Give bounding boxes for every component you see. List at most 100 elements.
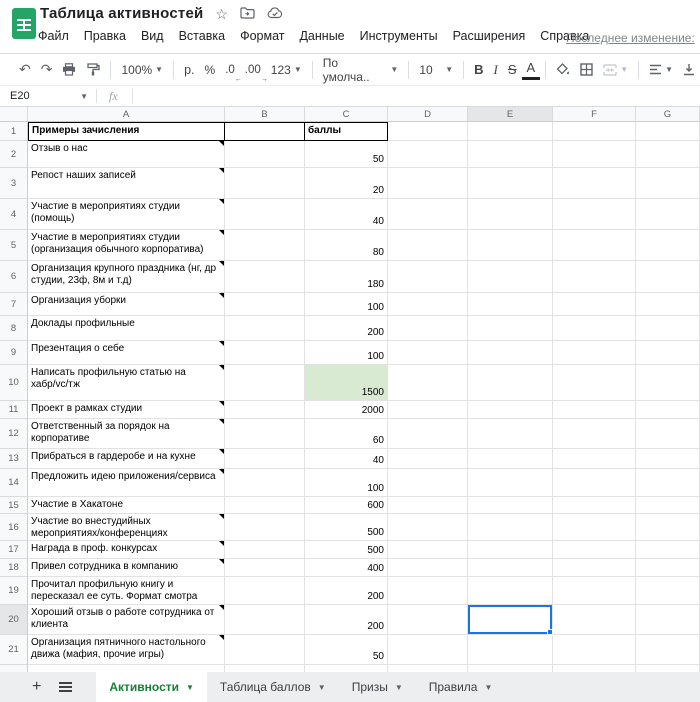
cell-B1[interactable] (225, 122, 305, 141)
cell-D10[interactable] (388, 365, 468, 401)
cell-C20[interactable]: 200 (305, 605, 388, 635)
cell-G13[interactable] (636, 449, 700, 469)
add-sheet-button[interactable]: + (32, 678, 41, 696)
cell-B17[interactable] (225, 541, 305, 559)
cell-B5[interactable] (225, 230, 305, 261)
cell-D3[interactable] (388, 168, 468, 199)
name-box[interactable]: E20 ▼ (0, 90, 96, 102)
cell-G10[interactable] (636, 365, 700, 401)
bold-button[interactable]: B (469, 59, 488, 80)
cell-F17[interactable] (553, 541, 636, 559)
cell-E3[interactable] (468, 168, 553, 199)
cell-E15[interactable] (468, 497, 553, 514)
decrease-decimal-button[interactable]: .0← (220, 61, 240, 79)
cell-G12[interactable] (636, 419, 700, 449)
borders-button[interactable] (575, 60, 598, 79)
cell-B20[interactable] (225, 605, 305, 635)
column-header-E[interactable]: E (468, 106, 553, 122)
cell-A19[interactable]: Прочитал профильную книгу и пересказал е… (28, 577, 225, 605)
cell-B18[interactable] (225, 559, 305, 577)
cell-A11[interactable]: Проект в рамках студии (28, 401, 225, 419)
cell-D20[interactable] (388, 605, 468, 635)
horizontal-align-button[interactable]: ▼ (644, 61, 678, 78)
cell-D15[interactable] (388, 497, 468, 514)
cell-F2[interactable] (553, 141, 636, 168)
vertical-align-button[interactable] (678, 60, 700, 79)
cell-D12[interactable] (388, 419, 468, 449)
merge-cells-button[interactable]: ▼ (598, 61, 633, 79)
cell-C8[interactable]: 200 (305, 316, 388, 341)
cell-F14[interactable] (553, 469, 636, 497)
cell-C7[interactable]: 100 (305, 293, 388, 316)
cell-G3[interactable] (636, 168, 700, 199)
cell-G20[interactable] (636, 605, 700, 635)
cell-A18[interactable]: Привел сотрудника в компанию (28, 559, 225, 577)
cell-B16[interactable] (225, 514, 305, 541)
cell-C4[interactable]: 40 (305, 199, 388, 230)
cell-E19[interactable] (468, 577, 553, 605)
cell-G6[interactable] (636, 261, 700, 293)
row-header-17[interactable]: 17 (0, 541, 28, 559)
cell-D21[interactable] (388, 635, 468, 665)
cell-A4[interactable]: Участие в мероприятиях студии (помощь) (28, 199, 225, 230)
cell-G17[interactable] (636, 541, 700, 559)
cell-B8[interactable] (225, 316, 305, 341)
cell-F9[interactable] (553, 341, 636, 365)
text-color-button[interactable]: A (522, 59, 541, 80)
cell-A9[interactable]: Презентация о себе (28, 341, 225, 365)
row-header-6[interactable]: 6 (0, 261, 28, 293)
row-header-9[interactable]: 9 (0, 341, 28, 365)
font-size-select[interactable]: 10 ▼ (414, 60, 458, 80)
cell-D2[interactable] (388, 141, 468, 168)
cell-F13[interactable] (553, 449, 636, 469)
cell-F11[interactable] (553, 401, 636, 419)
cell-C13[interactable]: 40 (305, 449, 388, 469)
cell-C6[interactable]: 180 (305, 261, 388, 293)
menu-item-файл[interactable]: Файл (38, 29, 69, 43)
cell-C3[interactable]: 20 (305, 168, 388, 199)
cell-F18[interactable] (553, 559, 636, 577)
cell-G9[interactable] (636, 341, 700, 365)
cell-G2[interactable] (636, 141, 700, 168)
fill-color-button[interactable] (551, 60, 575, 79)
last-edit-link[interactable]: Последнее изменение: (566, 31, 695, 45)
sheet-tab-правила[interactable]: Правила▼ (416, 672, 506, 702)
cell-E4[interactable] (468, 199, 553, 230)
cell-A17[interactable]: Награда в проф. конкурсах (28, 541, 225, 559)
paint-format-button[interactable] (81, 60, 105, 79)
menu-item-данные[interactable]: Данные (299, 29, 344, 43)
row-header-13[interactable]: 13 (0, 449, 28, 469)
cell-C5[interactable]: 80 (305, 230, 388, 261)
column-header-B[interactable]: B (225, 106, 305, 122)
row-header-7[interactable]: 7 (0, 293, 28, 316)
cell-C19[interactable]: 200 (305, 577, 388, 605)
menu-item-вид[interactable]: Вид (141, 29, 164, 43)
document-title[interactable]: Таблица активностей (40, 5, 203, 22)
cell-C1[interactable]: баллы (305, 122, 388, 141)
cell-F4[interactable] (553, 199, 636, 230)
cell-A1[interactable]: Примеры зачисления (28, 122, 225, 141)
row-header-20[interactable]: 20 (0, 605, 28, 635)
cell-E13[interactable] (468, 449, 553, 469)
undo-button[interactable]: ↶ (14, 58, 36, 81)
cell-D19[interactable] (388, 577, 468, 605)
select-all-corner[interactable] (0, 106, 28, 122)
menu-item-инструменты[interactable]: Инструменты (360, 29, 438, 43)
row-header-18[interactable]: 18 (0, 559, 28, 577)
cell-G16[interactable] (636, 514, 700, 541)
row-header-3[interactable]: 3 (0, 168, 28, 199)
row-header-16[interactable]: 16 (0, 514, 28, 541)
cell-A14[interactable]: Предложить идею приложения/сервиса (28, 469, 225, 497)
sheets-logo-icon[interactable] (12, 8, 36, 39)
sheet-tab-активности[interactable]: Активности▼ (96, 672, 207, 702)
cell-E21[interactable] (468, 635, 553, 665)
cloud-status-icon[interactable] (267, 7, 283, 21)
cell-B13[interactable] (225, 449, 305, 469)
font-select[interactable]: По умолча.. ▼ (318, 53, 404, 87)
row-header-19[interactable]: 19 (0, 577, 28, 605)
star-icon[interactable]: ☆ (215, 7, 228, 21)
cell-G1[interactable] (636, 122, 700, 141)
cell-C16[interactable]: 500 (305, 514, 388, 541)
cell-E18[interactable] (468, 559, 553, 577)
cell-E9[interactable] (468, 341, 553, 365)
